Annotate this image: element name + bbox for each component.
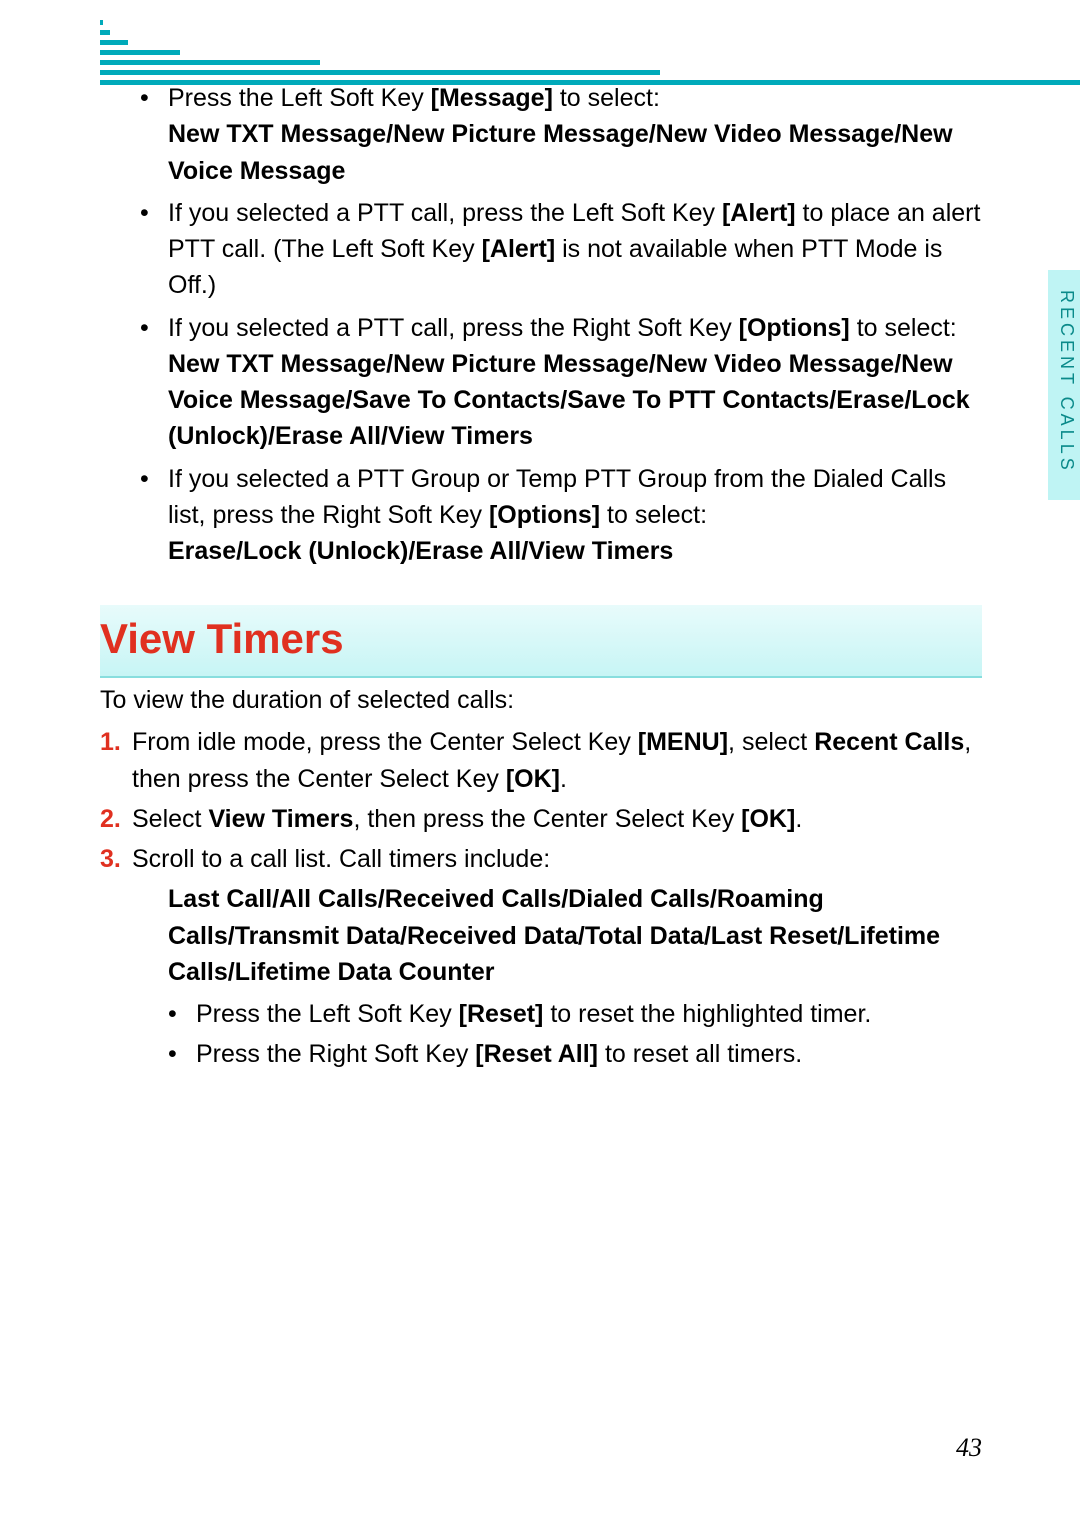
bold-text: Erase/Lock (Unlock)/Erase All/View Timer… [168,537,673,565]
bold-text: New TXT Message/New Picture Message/New … [168,120,953,184]
step-number: 3. [100,841,121,877]
bold-text: Recent Calls [814,728,964,756]
text: to select: [553,84,660,112]
sub-bullet-item: Press the Right Soft Key [Reset All] to … [168,1036,982,1072]
step-number: 1. [100,724,121,760]
bold-text: [Reset All] [475,1040,598,1068]
bold-text: New TXT Message/New Picture Message/New … [168,350,970,451]
text: If you selected a PTT call, press the Ri… [168,314,739,342]
bullet-list-top: Press the Left Soft Key [Message] to sel… [140,80,982,569]
content: Press the Left Soft Key [Message] to sel… [100,80,982,1073]
text: . [560,765,567,793]
text: to reset all timers. [598,1040,802,1068]
bullet-item: If you selected a PTT call, press the Ri… [140,310,982,455]
text: Scroll to a call list. Call timers inclu… [132,845,550,873]
text: Press the Right Soft Key [196,1040,475,1068]
text: From idle mode, press the Center Select … [132,728,638,756]
bold-text: [Options] [489,501,600,529]
lead-text: To view the duration of selected calls: [100,682,982,718]
page: RECENT CALLS Press the Left Soft Key [Me… [0,0,1080,1537]
bold-text: [MENU] [638,728,728,756]
bullet-item: If you selected a PTT call, press the Le… [140,195,982,304]
bullet-item: Press the Left Soft Key [Message] to sel… [140,80,982,189]
steps-list: 1. From idle mode, press the Center Sele… [100,724,982,877]
text: . [795,805,802,833]
step3-bold-block: Last Call/All Calls/Received Calls/Diale… [168,881,982,990]
step-item: 2. Select View Timers, then press the Ce… [100,801,982,837]
section-heading: View Timers [100,605,982,678]
text: Select [132,805,208,833]
sub-bullet-item: Press the Left Soft Key [Reset] to reset… [168,996,982,1032]
bold-text: [Options] [739,314,850,342]
bold-text: [Alert] [482,235,556,263]
step3-sub-bullets: Press the Left Soft Key [Reset] to reset… [168,996,982,1073]
bold-text: [OK] [741,805,795,833]
text: , then press the Center Select Key [353,805,741,833]
step-item: 1. From idle mode, press the Center Sele… [100,724,982,797]
text: Press the Left Soft Key [168,84,431,112]
step-number: 2. [100,801,121,837]
text: to select: [600,501,707,529]
bold-text: [Alert] [722,199,796,227]
bold-text: View Timers [208,805,353,833]
text: If you selected a PTT call, press the Le… [168,199,722,227]
side-tab-label: RECENT CALLS [1048,270,1080,474]
bullet-item: If you selected a PTT Group or Temp PTT … [140,461,982,570]
bold-text: [Reset] [459,1000,544,1028]
step-item: 3. Scroll to a call list. Call timers in… [100,841,982,877]
side-tab: RECENT CALLS [1048,270,1080,500]
text: , select [728,728,814,756]
bold-text: [OK] [506,765,560,793]
bold-text: [Message] [431,84,553,112]
text: to reset the highlighted timer. [543,1000,871,1028]
text: Press the Left Soft Key [196,1000,459,1028]
page-number: 43 [956,1429,982,1467]
text: to select: [850,314,957,342]
